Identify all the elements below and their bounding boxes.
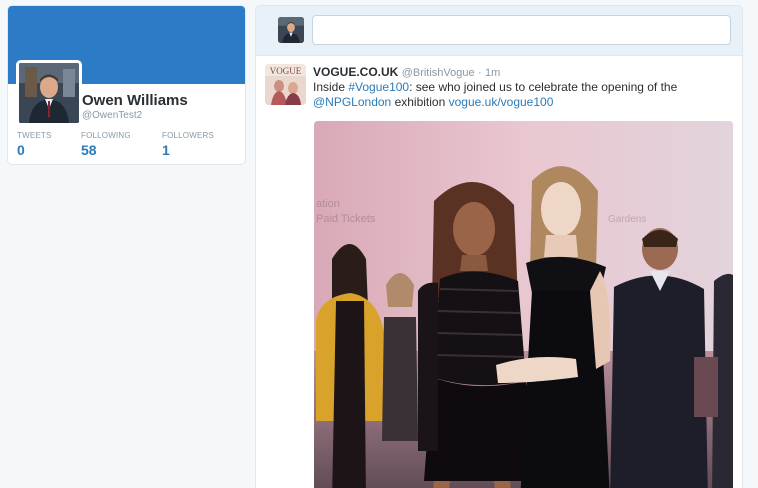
stat-following-label: FOLLOWING <box>81 131 131 140</box>
tweet-header: VOGUE.CO.UK @BritishVogue · 1m <box>313 65 500 79</box>
vogue-logo-text: VOGUE <box>270 66 302 76</box>
tweet-author-avatar[interactable]: VOGUE <box>265 64 306 105</box>
stat-following[interactable]: FOLLOWING 58 <box>81 131 131 158</box>
tweet-text: Inside #Vogue100: see who joined us to c… <box>313 80 733 110</box>
vogue-avatar-image: VOGUE <box>265 64 306 105</box>
stat-tweets[interactable]: TWEETS 0 <box>17 131 52 158</box>
tweet-timestamp[interactable]: 1m <box>485 67 500 79</box>
profile-card: Owen Williams @OwenTest2 TWEETS 0 FOLLOW… <box>7 5 246 165</box>
profile-handle[interactable]: @OwenTest2 <box>82 110 142 121</box>
tweet-text-part-3: exhibition <box>391 95 449 109</box>
stat-tweets-value: 0 <box>17 142 25 158</box>
composer-avatar-photo <box>278 17 304 43</box>
mention-link[interactable]: @NPGLondon <box>313 95 391 109</box>
compose-tweet-input[interactable] <box>312 15 731 45</box>
page: Owen Williams @OwenTest2 TWEETS 0 FOLLOW… <box>0 0 758 488</box>
photo-wall-text-3: Gardens <box>608 214 646 225</box>
tweet-photo-image: ation Paid Tickets Gardens <box>314 121 733 488</box>
tweet-author-name[interactable]: VOGUE.CO.UK <box>313 65 398 79</box>
stat-tweets-label: TWEETS <box>17 131 52 140</box>
url-link[interactable]: vogue.uk/vogue100 <box>449 95 554 109</box>
photo-wall-text-1: ation <box>316 198 340 210</box>
hashtag-link[interactable]: #Vogue100 <box>348 80 409 94</box>
profile-avatar[interactable] <box>16 60 82 126</box>
photo-wall-text-2: Paid Tickets <box>316 213 376 225</box>
tweet-text-part-2: : see who joined us to celebrate the ope… <box>409 80 678 94</box>
tweet-photo[interactable]: ation Paid Tickets Gardens <box>314 121 733 488</box>
tweet-text-part-1: Inside <box>313 80 349 94</box>
stat-followers-value: 1 <box>162 142 170 158</box>
tweet-composer <box>256 6 742 56</box>
tweet-separator: · <box>477 67 482 79</box>
stat-followers-label: FOLLOWERS <box>162 131 215 140</box>
tweet-item[interactable]: VOGUE VOGUE.CO.UK @BritishVogue · 1m Ins… <box>256 56 742 488</box>
stat-followers[interactable]: FOLLOWERS 1 <box>162 131 214 158</box>
avatar-photo <box>19 63 79 123</box>
tweet-author-handle[interactable]: @BritishVogue <box>402 67 475 79</box>
timeline: VOGUE VOGUE.CO.UK @BritishVogue · 1m Ins… <box>255 5 743 488</box>
stat-following-value: 58 <box>81 142 97 158</box>
composer-avatar[interactable] <box>278 17 304 43</box>
profile-name[interactable]: Owen Williams <box>82 92 188 109</box>
